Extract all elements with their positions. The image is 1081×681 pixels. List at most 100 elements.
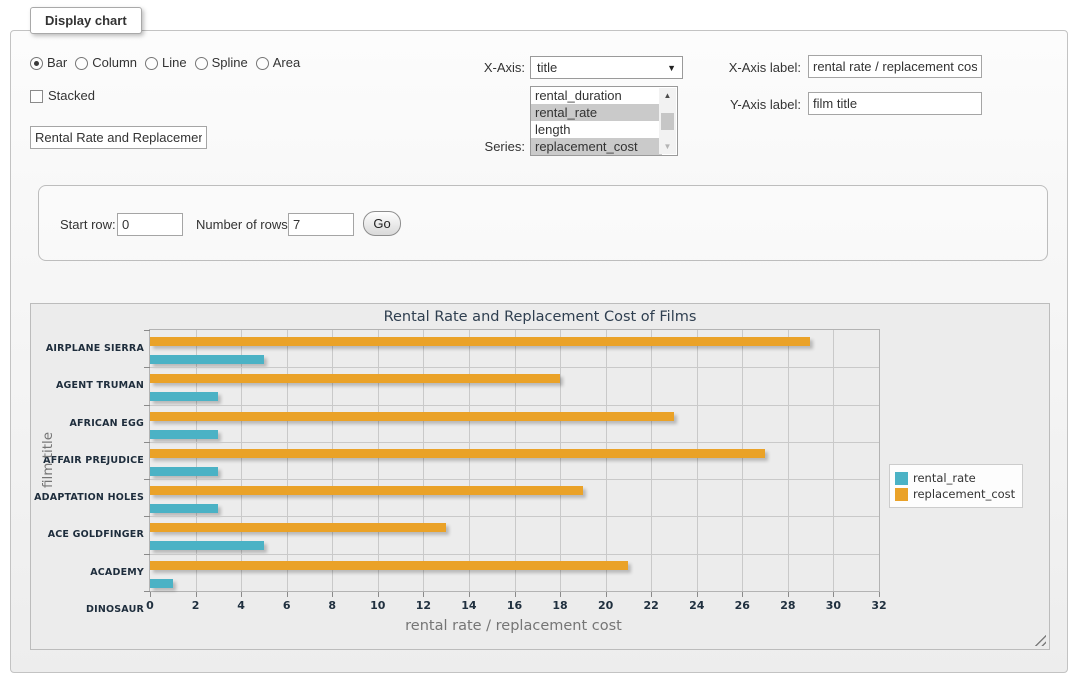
legend-swatch <box>895 472 908 485</box>
resize-handle-icon[interactable] <box>1034 634 1046 646</box>
x-axis-select[interactable]: title ▼ <box>530 56 683 79</box>
scroll-down-icon[interactable]: ▼ <box>659 139 676 154</box>
chart-type-radio-line[interactable] <box>145 57 158 70</box>
chart-type-radio-area[interactable] <box>256 57 269 70</box>
x-tick-label: 4 <box>221 599 261 612</box>
series-option-replacement_cost[interactable]: replacement_cost <box>531 138 662 155</box>
y-tick-mark <box>144 479 150 480</box>
x-tick-mark <box>469 592 470 597</box>
scrollbar-thumb[interactable] <box>661 113 674 130</box>
chart-type-radio-column[interactable] <box>75 57 88 70</box>
chart-type-radio-group: BarColumnLineSplineArea <box>30 55 300 71</box>
x-tick-label: 8 <box>312 599 352 612</box>
x-tick-label: 2 <box>176 599 216 612</box>
chart-type-radio-spline[interactable] <box>195 57 208 70</box>
legend-item-replacement_cost: replacement_cost <box>895 487 1015 501</box>
x-tick-label: 18 <box>540 599 580 612</box>
x-tick-mark <box>606 592 607 597</box>
y-tick-mark <box>144 554 150 555</box>
chevron-down-icon: ▼ <box>667 63 676 73</box>
y-axis-title: film title <box>40 405 56 515</box>
bar-rental_rate <box>150 541 264 550</box>
series-multiselect[interactable]: rental_durationrental_ratelengthreplacem… <box>530 86 678 156</box>
x-tick-mark <box>196 592 197 597</box>
panel-title: Display chart <box>30 7 142 34</box>
x-tick-label: 26 <box>722 599 762 612</box>
x-axis-label-input[interactable] <box>808 55 982 78</box>
chart-type-label: Bar <box>47 55 67 71</box>
x-tick-mark <box>423 592 424 597</box>
bar-replacement_cost <box>150 412 674 421</box>
start-row-input[interactable] <box>117 213 183 236</box>
bar-replacement_cost <box>150 486 583 495</box>
series-option-length[interactable]: length <box>531 121 662 138</box>
y-tick-mark <box>144 516 150 517</box>
x-tick-label: 20 <box>586 599 626 612</box>
plot-area: 02468101214161820222426283032AIRPLANE SI… <box>149 329 880 592</box>
x-tick-mark <box>879 592 880 597</box>
chart-type-option-column: Column <box>75 55 137 71</box>
x-tick-mark <box>515 592 516 597</box>
bar-rental_rate <box>150 579 173 588</box>
bar-replacement_cost <box>150 523 446 532</box>
gridline <box>515 330 516 591</box>
bar-rental_rate <box>150 392 218 401</box>
category-label: ACADEMY DINOSAUR <box>34 554 144 591</box>
y-tick-mark <box>144 591 150 592</box>
bar-replacement_cost <box>150 374 560 383</box>
series-select-label: Series: <box>440 139 525 155</box>
category-label: ACE GOLDFINGER <box>34 516 144 553</box>
x-tick-label: 32 <box>859 599 899 612</box>
gridline <box>150 442 879 443</box>
x-tick-label: 22 <box>631 599 671 612</box>
go-button[interactable]: Go <box>363 211 401 236</box>
num-rows-input[interactable] <box>288 213 354 236</box>
num-rows-label: Number of rows: <box>196 217 291 233</box>
x-tick-label: 28 <box>768 599 808 612</box>
gridline <box>469 330 470 591</box>
bar-replacement_cost <box>150 337 810 346</box>
stacked-row: Stacked <box>30 88 95 104</box>
gridline <box>241 330 242 591</box>
series-scrollbar[interactable]: ▲ ▼ <box>659 88 676 154</box>
gridline <box>150 405 879 406</box>
x-tick-label: 24 <box>677 599 717 612</box>
chart-type-option-bar: Bar <box>30 55 67 71</box>
chart-type-label: Line <box>162 55 187 71</box>
gridline <box>423 330 424 591</box>
x-tick-mark <box>332 592 333 597</box>
x-tick-label: 16 <box>495 599 535 612</box>
chart-title: Rental Rate and Replacement Cost of Film… <box>31 309 1049 325</box>
bar-replacement_cost <box>150 561 628 570</box>
bar-rental_rate <box>150 504 218 513</box>
x-tick-mark <box>742 592 743 597</box>
x-tick-label: 10 <box>358 599 398 612</box>
gridline <box>697 330 698 591</box>
bar-rental_rate <box>150 355 264 364</box>
x-tick-mark <box>287 592 288 597</box>
chart-type-label: Column <box>92 55 137 71</box>
scroll-up-icon[interactable]: ▲ <box>659 88 676 103</box>
gridline <box>287 330 288 591</box>
chart-container: Rental Rate and Replacement Cost of Film… <box>30 303 1050 650</box>
x-tick-mark <box>150 592 151 597</box>
x-tick-label: 12 <box>403 599 443 612</box>
x-tick-label: 14 <box>449 599 489 612</box>
y-axis-label-label: Y-Axis label: <box>710 97 801 113</box>
category-label: AIRPLANE SIERRA <box>34 330 144 367</box>
chart-title-input[interactable] <box>30 126 207 149</box>
legend-label: replacement_cost <box>913 487 1015 501</box>
gridline <box>150 554 879 555</box>
chart-type-radio-bar[interactable] <box>30 57 43 70</box>
chart-type-label: Area <box>273 55 300 71</box>
y-tick-mark <box>144 442 150 443</box>
y-axis-label-input[interactable] <box>808 92 982 115</box>
series-option-rental_rate[interactable]: rental_rate <box>531 104 662 121</box>
series-option-rental_duration[interactable]: rental_duration <box>531 87 662 104</box>
y-tick-mark <box>144 330 150 331</box>
x-tick-mark <box>833 592 834 597</box>
x-tick-mark <box>651 592 652 597</box>
stacked-checkbox[interactable] <box>30 90 43 103</box>
gridline <box>742 330 743 591</box>
row-range-box <box>38 185 1048 261</box>
